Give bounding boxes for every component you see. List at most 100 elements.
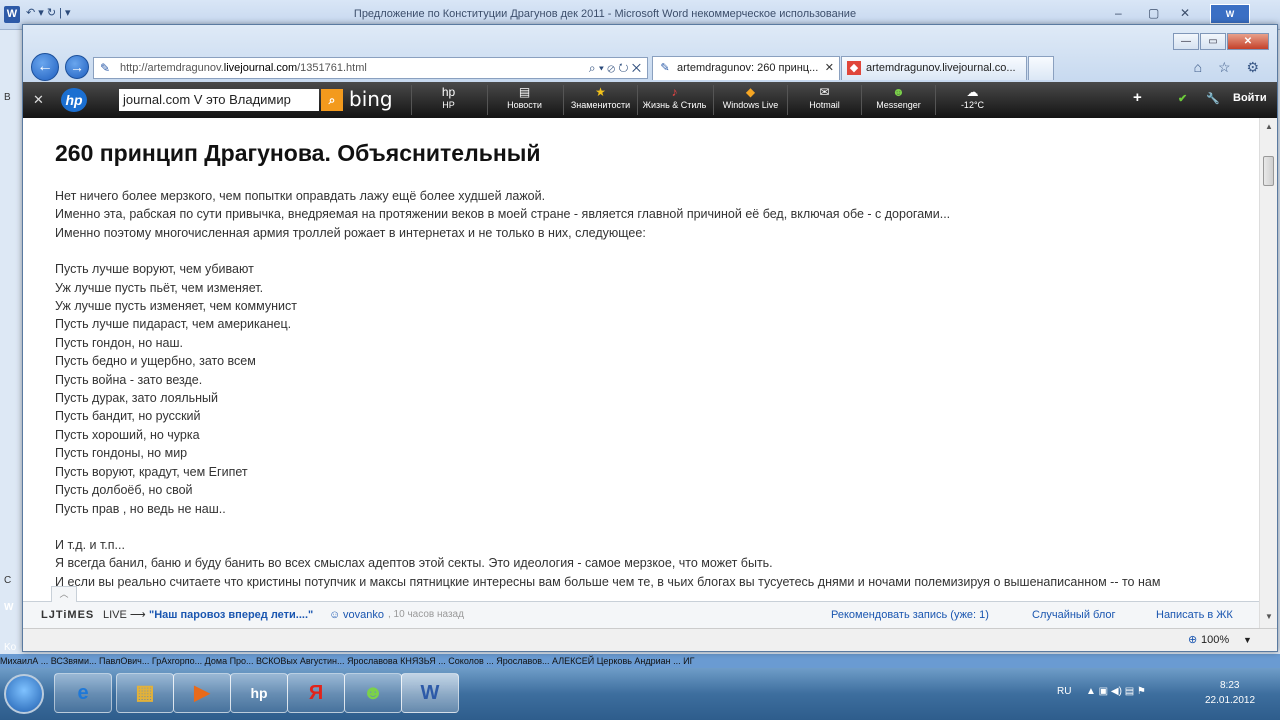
toolbar-item-news[interactable]: ▤ Новости: [487, 85, 561, 115]
taskbar-yandex[interactable]: Я: [287, 673, 345, 713]
tray-icons[interactable]: ▲ ▣ ◀) ▤ ⚑: [1086, 686, 1146, 697]
word-secondary-icon[interactable]: W: [1210, 4, 1250, 24]
tab-inactive[interactable]: ◆ artemdragunov.livejournal.co...: [841, 56, 1027, 80]
intro-line: Именно поэтому многочисленная армия трол…: [55, 225, 646, 240]
lj-pen-icon: ✎: [660, 62, 670, 74]
news-icon: ▤: [518, 85, 531, 99]
start-button[interactable]: [4, 674, 44, 714]
list-item: Пусть война - зато везде.: [55, 372, 203, 387]
shield-icon[interactable]: ✔: [1178, 92, 1187, 105]
lifestyle-icon: ♪: [671, 85, 678, 99]
clock-date[interactable]: 22.01.2012: [1205, 695, 1255, 706]
language-indicator[interactable]: RU: [1057, 686, 1071, 697]
star-icon: ★: [595, 85, 606, 99]
tab-close-icon[interactable]: ✕: [825, 57, 834, 79]
list-item: Пусть бандит, но русский: [55, 409, 201, 424]
url-domain: livejournal.com: [223, 62, 298, 74]
random-blog-link[interactable]: Случайный блог: [1032, 602, 1116, 628]
messenger-icon: ☻: [892, 85, 905, 99]
close-button[interactable]: ✕: [1227, 33, 1269, 50]
zoom-dropdown-icon[interactable]: ▼: [1243, 629, 1252, 651]
toolbar-item-lifestyle[interactable]: ♪ Жизнь & Стиль: [637, 85, 711, 115]
zoom-icon[interactable]: ⊕: [1188, 629, 1197, 651]
add-icon[interactable]: +: [1133, 89, 1142, 106]
word-maximize-button[interactable]: ▢: [1148, 6, 1159, 20]
browser-chrome: — ▭ ✕ ← → ✎ http://artemdragunov.livejou…: [23, 25, 1277, 82]
ljtimes-expand-icon[interactable]: ︿: [51, 586, 77, 602]
tab-active[interactable]: ✎ artemdragunov: 260 принц... ✕: [652, 56, 840, 80]
windows-live-icon: ◆: [745, 85, 756, 99]
hp-icon: hp: [441, 85, 456, 99]
intro-line: Именно эта, рабская по сути привычка, вн…: [55, 207, 951, 222]
new-tab-button[interactable]: [1028, 56, 1054, 80]
live-headline-link[interactable]: "Наш паровоз вперед лети....": [149, 602, 313, 628]
post-title: 260 принцип Драгунова. Объяснительный: [55, 140, 541, 166]
list-item: Пусть хороший, но чурка: [55, 427, 200, 442]
mail-icon: ✉: [819, 85, 830, 99]
intro-line: Нет ничего более мерзкого, чем попытки о…: [55, 189, 546, 203]
bing-logo: bing: [349, 87, 393, 111]
taskbar: e ▦ ▶ hp Я ☻ W RU ▲ ▣ ◀) ▤ ⚑ 8:23 22.01.…: [0, 668, 1280, 720]
taskbar-explorer[interactable]: ▦: [116, 673, 174, 713]
taskbar-media-player[interactable]: ▶: [173, 673, 231, 713]
site-pen-icon: ✎: [100, 61, 111, 75]
user-link[interactable]: vovanko: [343, 602, 384, 628]
outro-line: Я всегда банил, баню и буду банить во вс…: [55, 556, 773, 571]
hp-logo-icon[interactable]: hp: [61, 88, 87, 112]
list-item: Пусть гондоны, но мир: [55, 446, 188, 461]
window-controls: — ▭ ✕: [1172, 33, 1269, 50]
word-window-title: Предложение по Конституции Драгунов дек …: [353, 8, 857, 20]
word-status-strip: МихаилА ... ВСЗвями... ПавлОвич... ГрАхг…: [0, 654, 1280, 668]
ljtimes-logo: LJTiMES: [41, 609, 95, 621]
toolbar-item-windows-live[interactable]: ◆ Windows Live: [713, 85, 787, 115]
ljtimes-bar: ︿ LJTiMES LIVE ⟶ "Наш паровоз вперед лет…: [23, 586, 1259, 628]
toolbar-close-icon[interactable]: ✕: [33, 92, 44, 108]
minimize-button[interactable]: —: [1173, 33, 1199, 50]
list-item: Пусть лучше пидараст, чем американец.: [55, 317, 292, 332]
scroll-up-icon[interactable]: ▲: [1265, 122, 1273, 131]
search-button[interactable]: ⌕: [321, 89, 343, 111]
scroll-down-icon[interactable]: ▼: [1265, 612, 1273, 621]
toolbar-item-hotmail[interactable]: ✉ Hotmail: [787, 85, 861, 115]
toolbar-item-weather[interactable]: ☁ -12°C: [935, 85, 1009, 115]
word-minimize-button[interactable]: ‒: [1115, 6, 1122, 20]
browser-window: — ▭ ✕ ← → ✎ http://artemdragunov.livejou…: [22, 24, 1278, 652]
clock-time[interactable]: 8:23: [1220, 680, 1239, 691]
list-item: Пусть лучше воруют, чем убивают: [55, 262, 254, 277]
browser-right-tools[interactable]: ⌂ ☆ ⚙: [1194, 59, 1265, 76]
zoom-level[interactable]: 100%: [1201, 629, 1229, 651]
word-close-button[interactable]: ✕: [1180, 6, 1190, 20]
back-button[interactable]: ←: [31, 53, 59, 81]
address-tools[interactable]: ⌕ ▾ ⊘ ↻ ✕: [589, 58, 641, 78]
outro-line: И т.д. и т.п...: [55, 537, 125, 552]
list-item: Пусть долбоёб, но свой: [55, 483, 193, 498]
address-bar[interactable]: ✎ http://artemdragunov.livejournal.com/1…: [93, 57, 648, 79]
toolbar-item-hp[interactable]: hp HP: [411, 85, 485, 115]
tab-label: artemdragunov: 260 принц...: [677, 62, 819, 74]
wrench-icon[interactable]: 🔧: [1206, 92, 1220, 105]
write-to-lj-link[interactable]: Написать в ЖК: [1156, 602, 1233, 628]
taskbar-word[interactable]: W: [401, 673, 459, 713]
status-bar: ⊕ 100% ▼: [23, 628, 1277, 651]
word-stub-b: B: [4, 92, 11, 103]
taskbar-hp[interactable]: hp: [230, 673, 288, 713]
toolbar-search-input[interactable]: journal.com V это Владимир: [119, 89, 319, 111]
taskbar-ie[interactable]: e: [54, 673, 112, 713]
word-stub-c: C: [4, 575, 12, 586]
maximize-button[interactable]: ▭: [1200, 33, 1226, 50]
taskbar-messenger[interactable]: ☻: [344, 673, 402, 713]
list-item: Пусть бедно и ущербно, зато всем: [55, 354, 256, 369]
url-suffix: /1351761.html: [297, 62, 367, 74]
list-item: Уж лучше пусть изменяет, чем коммунист: [55, 299, 297, 314]
toolbar-item-messenger[interactable]: ☻ Messenger: [861, 85, 935, 115]
scroll-thumb[interactable]: [1263, 156, 1274, 186]
forward-button[interactable]: →: [65, 55, 89, 79]
vertical-scrollbar[interactable]: ▲ ▼: [1259, 118, 1277, 628]
list-item: Пусть прав , но ведь не наш..: [55, 501, 226, 516]
list-item: Пусть воруют, крадут, чем Египет: [55, 464, 248, 479]
recommend-link[interactable]: Рекомендовать запись (уже: 1): [831, 602, 989, 628]
list-item: Пусть гондон, но наш.: [55, 335, 183, 350]
login-link[interactable]: Войти: [1233, 92, 1267, 104]
toolbar-item-celebrities[interactable]: ★ Знаменитости: [563, 85, 637, 115]
word-stub-w: W: [4, 602, 14, 613]
